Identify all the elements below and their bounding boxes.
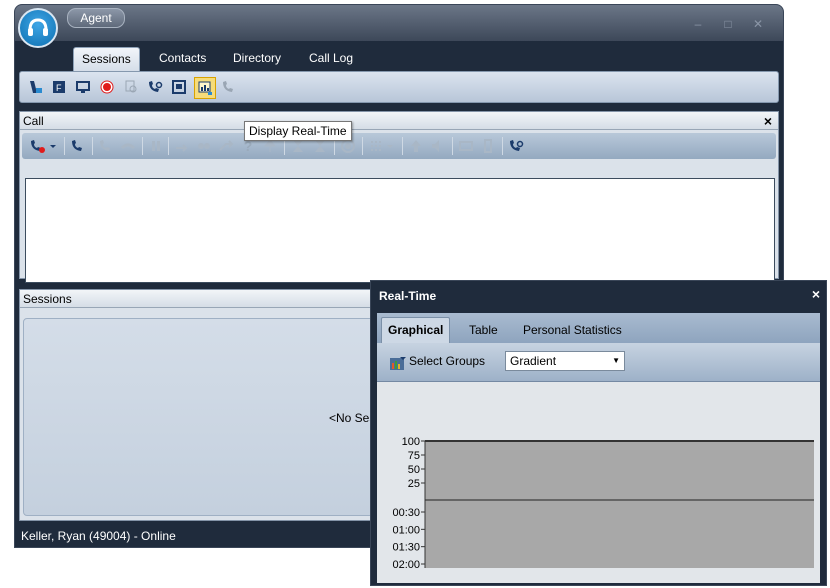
time-axis-tick-label: 00:30 [392,507,420,519]
realtime-chart: 100 75 50 25 00:30 01:00 01:30 02:00 [377,382,820,583]
conference-icon[interactable] [196,138,212,154]
call-toolbar: ? [22,133,776,159]
select-groups-icon[interactable] [389,354,407,375]
realtime-title: Real-Time [379,289,437,303]
toolbar-separator [402,137,403,155]
svg-text:F: F [56,83,62,93]
toolbar-separator [168,137,169,155]
agent-walk-icon[interactable] [26,78,44,96]
call-area[interactable] [25,178,775,283]
gradient-dropdown-value: Gradient [510,354,557,368]
title-bar[interactable]: Agent – □ ✕ [15,5,783,41]
tab-contacts[interactable]: Contacts [151,47,214,71]
phone-gray-icon[interactable] [220,78,238,96]
tab-graphical[interactable]: Graphical [381,317,451,344]
chevron-down-icon: ▼ [612,356,620,365]
toolbar-separator [92,137,93,155]
main-toolbar: F [19,71,779,103]
volume-icon[interactable] [430,138,446,154]
value-axis-tick-label: 75 [408,450,420,462]
agent-tab[interactable]: Agent [67,8,125,28]
call-panel-title: Call [23,114,44,128]
status-text: Keller, Ryan (49004) - Online [21,529,176,543]
sessions-panel-title: Sessions [23,292,72,306]
value-axis-tick-label: 25 [408,478,420,490]
form-icon[interactable]: F [50,78,68,96]
forward-icon[interactable] [218,138,234,154]
toolbar-separator [452,137,453,155]
call-panel: Call × ? [19,111,779,283]
toolbar-separator [362,137,363,155]
toolbar-separator [142,137,143,155]
phone-search-icon[interactable] [146,78,164,96]
toolbar-separator [64,137,65,155]
display-realtime-icon[interactable] [194,77,216,99]
tab-table[interactable]: Table [463,321,504,343]
tab-personal-statistics[interactable]: Personal Statistics [517,321,628,343]
call-search-icon[interactable] [508,138,524,154]
transfer-icon[interactable] [174,138,190,154]
call-panel-close-button[interactable]: × [764,112,772,130]
tab-directory[interactable]: Directory [225,47,289,71]
display-realtime-tooltip: Display Real-Time [244,121,352,141]
upload-icon[interactable] [408,138,424,154]
magnify-icon[interactable] [122,78,140,96]
maximize-button[interactable]: □ [719,18,737,30]
time-axis-tick-label: 02:00 [392,559,420,571]
monitor-icon[interactable] [74,78,92,96]
window-icon[interactable] [170,78,188,96]
answer-icon[interactable] [98,138,114,154]
realtime-tabs: Graphical Table Personal Statistics [377,313,820,344]
realtime-toolbar: Select Groups Gradient ▼ [377,343,820,382]
no-sessions-text: <No Ses [329,411,376,425]
time-axis-tick-label: 01:00 [392,524,420,536]
value-axis-tick-label: 100 [402,436,420,448]
toolbar-separator [502,137,503,155]
plot-background [425,441,814,568]
tab-sessions[interactable]: Sessions [73,47,140,72]
realtime-body: Graphical Table Personal Statistics Sele… [377,313,820,583]
pause-icon[interactable] [148,138,164,154]
call-panel-header: Call × [20,112,778,130]
realtime-window: Real-Time × Graphical Table Personal Sta… [370,280,827,586]
record-icon[interactable] [98,78,116,96]
select-groups-button[interactable]: Select Groups [409,354,485,368]
minimize-button[interactable]: – [689,18,707,30]
time-axis-tick-label: 01:30 [392,542,420,554]
realtime-close-button[interactable]: × [812,286,820,302]
mobile-icon[interactable] [480,138,496,154]
keypad-dropdown-icon[interactable] [368,138,396,154]
tab-call-log[interactable]: Call Log [301,47,361,71]
value-axis-tick-label: 50 [408,464,420,476]
hangup-dropdown-icon[interactable] [28,138,58,154]
realtime-chart-svg: 100 75 50 25 00:30 01:00 01:30 02:00 [392,436,814,571]
gradient-dropdown[interactable]: Gradient ▼ [505,351,625,371]
nav-bar: Sessions Contacts Directory Call Log [15,41,783,72]
dial-icon[interactable] [70,138,86,154]
hold-icon[interactable] [120,138,136,154]
close-window-button[interactable]: ✕ [749,18,767,30]
headset-logo-icon[interactable] [18,8,58,48]
email-icon[interactable] [458,138,474,154]
